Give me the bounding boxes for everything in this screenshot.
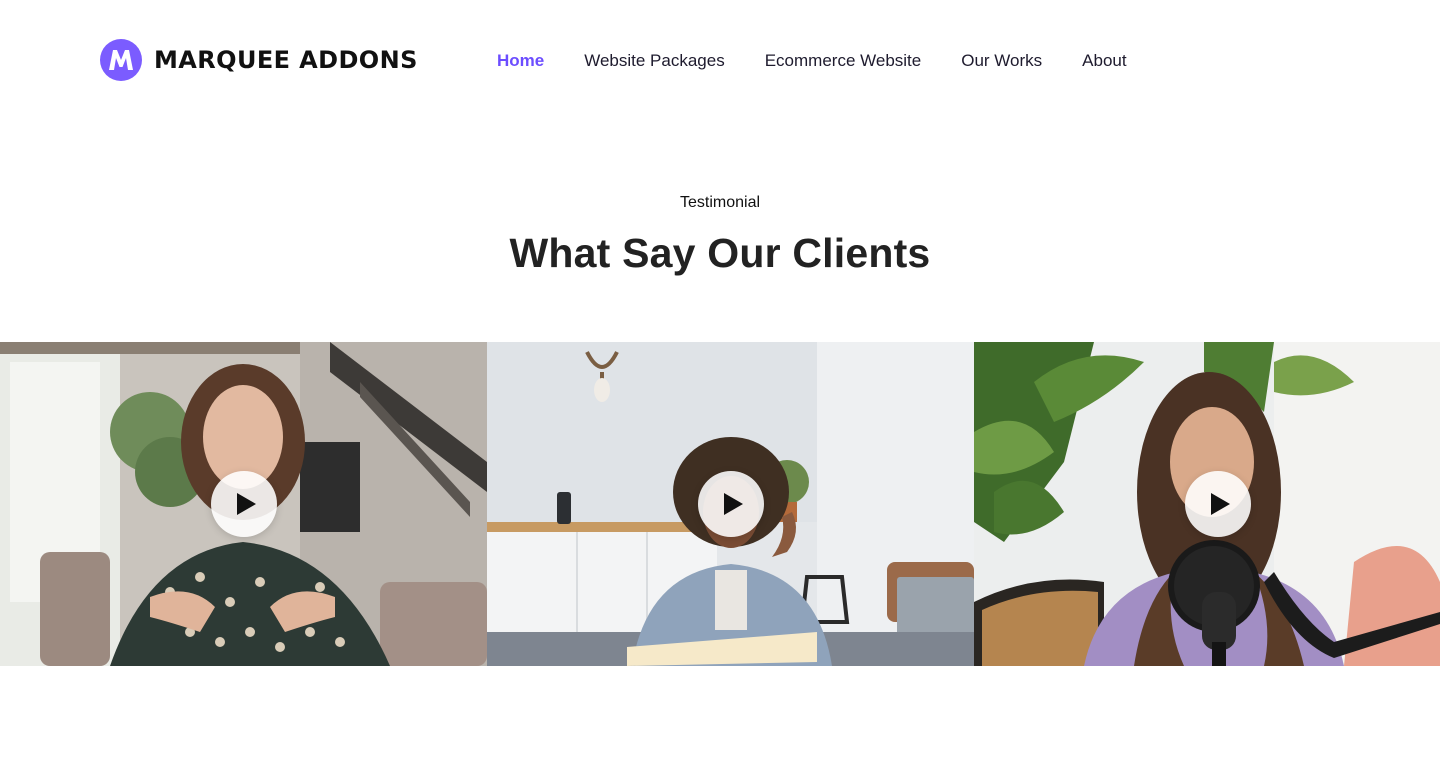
nav-item-our-works[interactable]: Our Works (961, 50, 1042, 72)
play-icon (724, 493, 743, 515)
play-button[interactable] (1185, 471, 1251, 537)
nav-item-website-packages[interactable]: Website Packages (584, 50, 724, 72)
nav-item-home[interactable]: Home (497, 50, 544, 72)
main-nav: Home Website Packages Ecommerce Website … (497, 50, 1127, 72)
nav-item-ecommerce-website[interactable]: Ecommerce Website (765, 50, 922, 72)
brand-logo[interactable]: MARQUEE ADDONS (100, 39, 418, 81)
nav-item-about[interactable]: About (1082, 50, 1126, 72)
play-button[interactable] (211, 471, 277, 537)
play-button[interactable] (698, 471, 764, 537)
testimonial-video-gallery (0, 342, 1440, 666)
site-header: MARQUEE ADDONS Home Website Packages Eco… (0, 0, 1440, 120)
play-icon (1211, 493, 1230, 515)
section-title: What Say Our Clients (509, 230, 931, 276)
testimonial-video-card[interactable] (0, 342, 487, 666)
section-eyebrow: Testimonial (679, 194, 761, 211)
testimonial-video-card[interactable] (487, 342, 974, 666)
testimonial-video-card[interactable] (974, 342, 1440, 666)
brand-name: MARQUEE ADDONS (154, 46, 418, 74)
marquee-logo-icon (100, 39, 142, 81)
play-icon (237, 493, 256, 515)
